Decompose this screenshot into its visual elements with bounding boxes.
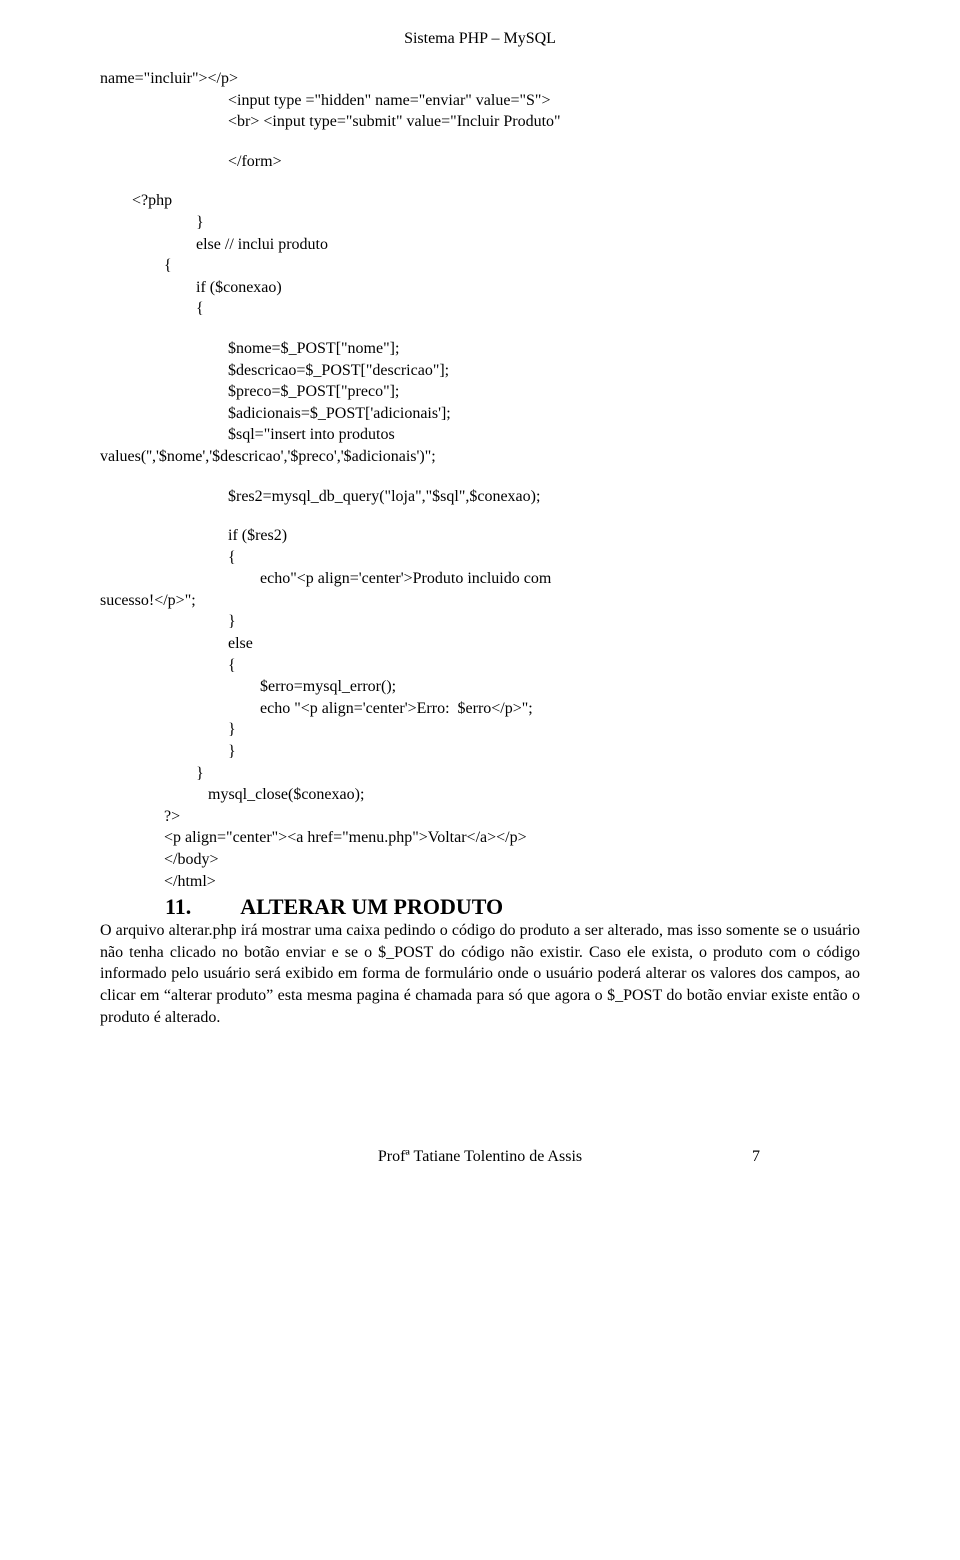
code-line: $res2=mysql_db_query("loja","$sql",$cone… <box>100 486 860 508</box>
section-number: 11. <box>165 894 191 919</box>
code-line: } <box>100 763 860 785</box>
page-number: 7 <box>752 1148 760 1166</box>
code-line: } <box>100 212 860 234</box>
code-line: name="incluir"></p> <box>100 68 860 90</box>
section-title: ALTERAR UM PRODUTO <box>240 894 503 919</box>
code-line: { <box>100 298 860 320</box>
code-line: { <box>100 655 860 677</box>
doc-header: Sistema PHP – MySQL <box>100 30 860 48</box>
code-line: $nome=$_POST["nome"]; <box>100 338 860 360</box>
section-heading: 11. ALTERAR UM PRODUTO <box>165 894 860 920</box>
code-line: ?> <box>100 806 860 828</box>
code-line: else <box>100 633 860 655</box>
code-line: if ($conexao) <box>100 277 860 299</box>
code-line: $descricao=$_POST["descricao"]; <box>100 360 860 382</box>
body-paragraph: O arquivo alterar.php irá mostrar uma ca… <box>100 920 860 1028</box>
code-line: </form> <box>100 151 860 173</box>
code-line: $adicionais=$_POST['adicionais']; <box>100 403 860 425</box>
code-line: mysql_close($conexao); <box>100 784 860 806</box>
code-line: </body> <box>100 849 860 871</box>
code-line: <br> <input type="submit" value="Incluir… <box>100 111 860 133</box>
code-line: <?php <box>100 190 860 212</box>
code-line: $preco=$_POST["preco"]; <box>100 381 860 403</box>
footer: Profª Tatiane Tolentino de Assis 7 <box>100 1148 860 1166</box>
code-line: if ($res2) <box>100 525 860 547</box>
code-line: $erro=mysql_error(); <box>100 676 860 698</box>
code-block: name="incluir"></p> <input type ="hidden… <box>100 68 860 892</box>
code-line: } <box>100 719 860 741</box>
code-line: <p align="center"><a href="menu.php">Vol… <box>100 827 860 849</box>
code-line: </html> <box>100 871 860 893</box>
code-line: <input type ="hidden" name="enviar" valu… <box>100 90 860 112</box>
footer-author: Profª Tatiane Tolentino de Assis <box>378 1148 582 1165</box>
code-line: sucesso!</p>"; <box>100 590 860 612</box>
code-line: values('','$nome','$descricao','$preco',… <box>100 446 860 468</box>
code-line: } <box>100 741 860 763</box>
code-line: } <box>100 611 860 633</box>
code-line: else // inclui produto <box>100 234 860 256</box>
document-page: Sistema PHP – MySQL name="incluir"></p> … <box>0 0 960 1206</box>
code-line: { <box>100 547 860 569</box>
code-line: echo"<p align='center'>Produto incluido … <box>100 568 860 590</box>
code-line: { <box>100 255 860 277</box>
code-line: $sql="insert into produtos <box>100 424 860 446</box>
code-line: echo "<p align='center'>Erro: $erro</p>"… <box>100 698 860 720</box>
